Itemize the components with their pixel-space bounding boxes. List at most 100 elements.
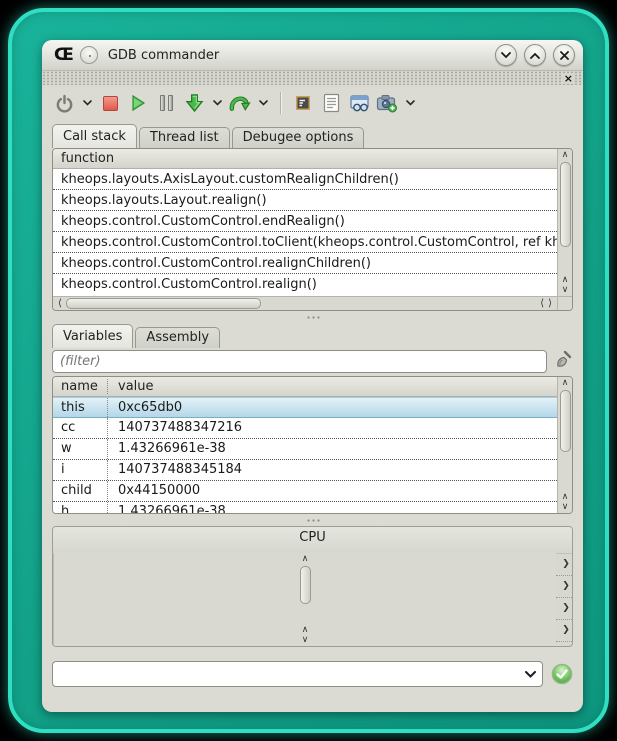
tab-call-stack[interactable]: Call stack — [52, 124, 137, 148]
scroll-right-icon[interactable]: ⟩ — [546, 298, 554, 309]
callstack-row[interactable]: kheops.control.CustomControl.realign() — [53, 274, 557, 295]
clear-filter-button[interactable] — [553, 349, 573, 373]
cpu-register-row[interactable]: ❯ FPU (TInspectableFPR) — [556, 598, 572, 620]
cpu-register-row[interactable]: ❯ SSR (TInspectableSSR) — [556, 620, 572, 642]
step-over-icon — [229, 93, 251, 113]
cpu-view-button[interactable] — [291, 91, 315, 115]
cpu-register-row[interactable]: ❯ CPU (TInspectableGPR) — [556, 554, 572, 576]
cpu-panel-title: CPU — [53, 527, 572, 548]
teal-dock-frame: Œ GDB commander × — [8, 8, 609, 733]
variable-row[interactable]: i 140737488345184 — [53, 460, 557, 481]
callstack-row[interactable]: kheops.layouts.AxisLayout.customRealignC… — [53, 169, 557, 190]
step-over-button[interactable] — [228, 91, 252, 115]
variables-header-row: name value — [53, 377, 557, 397]
step-into-icon — [184, 93, 205, 114]
scrollbar-thumb[interactable] — [560, 390, 571, 452]
close-button[interactable] — [553, 44, 575, 66]
screenshot-root: Œ GDB commander × — [0, 0, 617, 741]
power-dropdown-button[interactable] — [80, 91, 94, 115]
cpu-vertical-scrollbar[interactable]: ∧ ∧ ∨ — [53, 553, 556, 647]
close-icon — [560, 51, 569, 60]
scroll-left-icon[interactable]: ⟨ — [538, 298, 546, 309]
callstack-horizontal-scrollbar[interactable]: ⟨ ⟨ ⟩ — [53, 296, 557, 311]
filter-row — [42, 348, 583, 376]
chevron-up-icon — [530, 52, 540, 59]
dock-handle-strip[interactable]: × — [42, 71, 583, 85]
scroll-up-icon[interactable]: ∧ — [562, 378, 569, 388]
scroll-up-icon[interactable]: ∧ — [562, 150, 569, 160]
expand-icon[interactable]: ❯ — [556, 598, 573, 619]
variables-vertical-scrollbar[interactable]: ∧ ∧ ∨ — [557, 377, 572, 513]
top-tabbar: Call stack Thread list Debugee options — [42, 121, 583, 148]
pause-button[interactable] — [154, 91, 178, 115]
tab-debugee-options[interactable]: Debugee options — [232, 127, 365, 148]
variable-row[interactable]: this 0xc65db0 — [53, 397, 557, 418]
command-combobox[interactable] — [52, 661, 543, 687]
tab-variables[interactable]: Variables — [52, 324, 133, 348]
middle-tabbar: Variables Assembly — [42, 323, 583, 348]
filter-input[interactable] — [52, 350, 547, 373]
watch-window-icon — [349, 94, 370, 113]
step-into-button[interactable] — [182, 91, 206, 115]
expand-icon[interactable]: ❯ — [556, 554, 573, 575]
pin-button[interactable] — [80, 46, 98, 64]
watch-dropdown-button[interactable] — [403, 91, 417, 115]
tab-assembly[interactable]: Assembly — [135, 327, 220, 348]
callstack-list: function kheops.layouts.AxisLayout.custo… — [52, 148, 573, 311]
splitter-handle[interactable] — [42, 514, 583, 526]
send-command-button[interactable] — [551, 663, 573, 685]
power-button[interactable] — [52, 91, 76, 115]
dock-close-icon[interactable]: × — [562, 73, 575, 84]
callstack-row[interactable]: kheops.control.CustomControl.realignChil… — [53, 253, 557, 274]
scrollbar-thumb[interactable] — [66, 298, 261, 309]
cpu-chip-icon — [293, 93, 313, 113]
combo-dropdown-button[interactable] — [518, 671, 542, 678]
step-into-dropdown-button[interactable] — [210, 91, 224, 115]
callstack-row[interactable]: kheops.layouts.Layout.realign() — [53, 190, 557, 211]
cpu-register-row[interactable]: ❯ FLAGS [PF,ZF,IF] — [556, 576, 572, 598]
variable-row[interactable]: w 1.43266961e-38 — [53, 439, 557, 460]
run-button[interactable] — [126, 91, 150, 115]
scroll-up-icon[interactable]: ∧ — [302, 554, 309, 564]
column-header-value[interactable]: value — [108, 379, 154, 394]
chevron-down-icon — [406, 100, 415, 106]
chevron-down-icon — [259, 100, 268, 106]
scroll-up-icon[interactable]: ∧ — [302, 625, 309, 635]
scroll-down-icon[interactable]: ∨ — [302, 635, 309, 645]
scrollbar-thumb[interactable] — [560, 162, 571, 247]
titlebar[interactable]: Œ GDB commander — [42, 40, 583, 71]
variable-row[interactable]: h 1.43266961e-38 — [53, 502, 557, 513]
variable-row[interactable]: child 0x44150000 — [53, 481, 557, 502]
debug-toolbar — [42, 85, 583, 121]
callstack-column-header[interactable]: function — [53, 149, 557, 169]
power-icon — [55, 94, 74, 113]
chevron-down-icon — [83, 100, 92, 106]
scroll-up-icon[interactable]: ∧ — [562, 275, 569, 285]
expand-icon[interactable]: ❯ — [556, 620, 573, 641]
scroll-down-icon[interactable]: ∨ — [562, 502, 569, 512]
camera-add-icon — [376, 93, 398, 113]
ok-check-icon — [551, 663, 573, 685]
add-watchpoint-button[interactable] — [375, 91, 399, 115]
play-icon — [129, 94, 147, 112]
scrollbar-thumb[interactable] — [300, 566, 311, 604]
expand-icon[interactable]: ❯ — [556, 576, 573, 597]
stop-button[interactable] — [98, 91, 122, 115]
callstack-row[interactable]: kheops.control.CustomControl.endRealign(… — [53, 211, 557, 232]
command-input[interactable] — [53, 662, 518, 686]
callstack-vertical-scrollbar[interactable]: ∧ ∧ ∨ — [557, 149, 572, 296]
shade-button[interactable] — [495, 44, 517, 66]
variable-row[interactable]: cc 140737488347216 — [53, 418, 557, 439]
splitter-handle[interactable] — [42, 311, 583, 323]
step-over-dropdown-button[interactable] — [256, 91, 270, 115]
tab-thread-list[interactable]: Thread list — [139, 127, 230, 148]
maximize-button[interactable] — [524, 44, 546, 66]
scroll-down-icon[interactable]: ∨ — [562, 285, 569, 295]
chevron-down-icon — [501, 52, 511, 59]
gdb-output-button[interactable] — [319, 91, 343, 115]
inspect-window-button[interactable] — [347, 91, 371, 115]
column-header-name[interactable]: name — [53, 379, 108, 394]
scroll-left-icon[interactable]: ⟨ — [56, 298, 64, 309]
callstack-row[interactable]: kheops.control.CustomControl.toClient(kh… — [53, 232, 557, 253]
scroll-up-icon[interactable]: ∧ — [562, 492, 569, 502]
